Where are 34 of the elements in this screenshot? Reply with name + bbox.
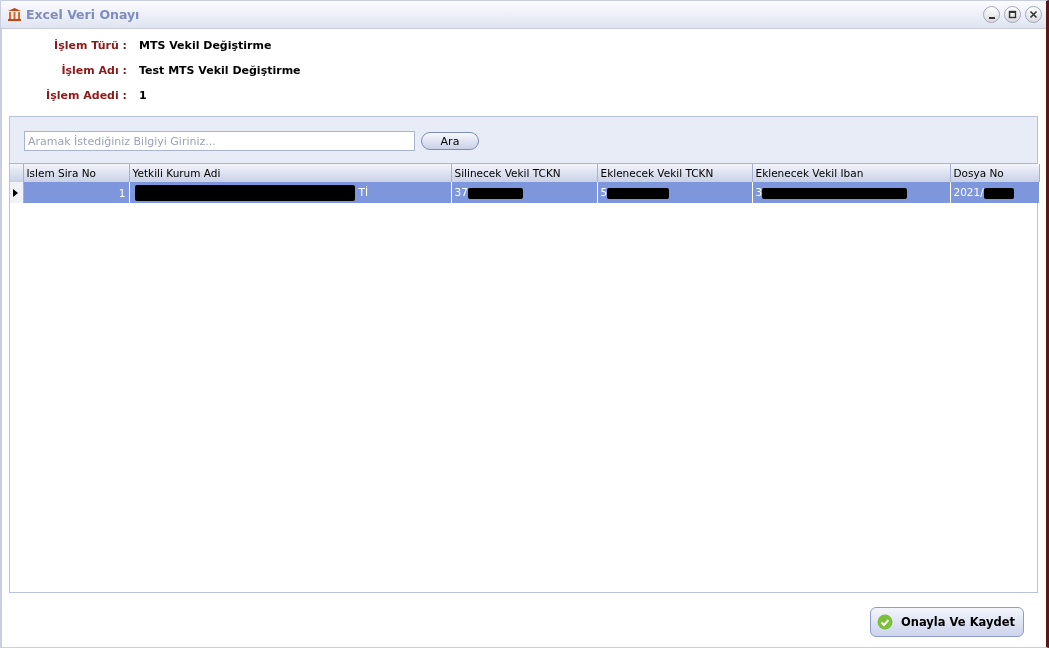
column-header[interactable]: Eklenecek Vekil TCKN xyxy=(597,164,752,182)
column-header[interactable]: Silinecek Vekil TCKN xyxy=(451,164,597,182)
minimize-button[interactable] xyxy=(983,6,1000,23)
redaction-bar xyxy=(607,187,670,199)
redaction-bar xyxy=(983,187,1014,199)
column-header[interactable]: Yetkili Kurum Adi xyxy=(129,164,451,182)
table-cell: 5 xyxy=(600,186,608,199)
table-cell: 1 xyxy=(118,186,126,199)
maximize-button[interactable] xyxy=(1004,6,1021,23)
building-icon xyxy=(7,7,22,22)
close-button[interactable] xyxy=(1025,6,1042,23)
column-header[interactable]: Eklenecek Vekil Iban xyxy=(752,164,950,182)
minimize-icon xyxy=(988,16,995,19)
row-pointer-icon xyxy=(13,188,19,197)
table-cell: Tİ xyxy=(358,185,368,198)
search-field[interactable]: Aramak İstediğiniz Bilgiyi Giriniz... xyxy=(24,131,415,151)
window-title: Excel Veri Onayı xyxy=(26,7,141,22)
check-icon xyxy=(877,614,893,630)
field-label: İşlem Türü : xyxy=(53,38,127,54)
approve-save-button[interactable]: Onayla Ve Kaydet xyxy=(870,607,1024,637)
table-cell: 3 xyxy=(755,186,763,199)
field-value: Test MTS Vekil Değiştirme xyxy=(139,64,302,77)
redaction-bar xyxy=(467,187,523,199)
maximize-icon xyxy=(1007,9,1018,20)
table-cell: 37 xyxy=(454,186,468,199)
column-header[interactable]: Islem Sira No xyxy=(23,164,129,182)
field-value: MTS Vekil Değiştirme xyxy=(139,39,273,52)
table-cell: 2021/ xyxy=(953,186,984,199)
field-label: İşlem Adı : xyxy=(60,63,127,79)
search-button[interactable]: Ara xyxy=(421,132,479,150)
close-icon xyxy=(1028,9,1039,20)
field-value: 1 xyxy=(139,89,148,102)
field-label: İşlem Adedi : xyxy=(45,88,127,104)
column-header[interactable]: Dosya No xyxy=(950,164,1040,182)
